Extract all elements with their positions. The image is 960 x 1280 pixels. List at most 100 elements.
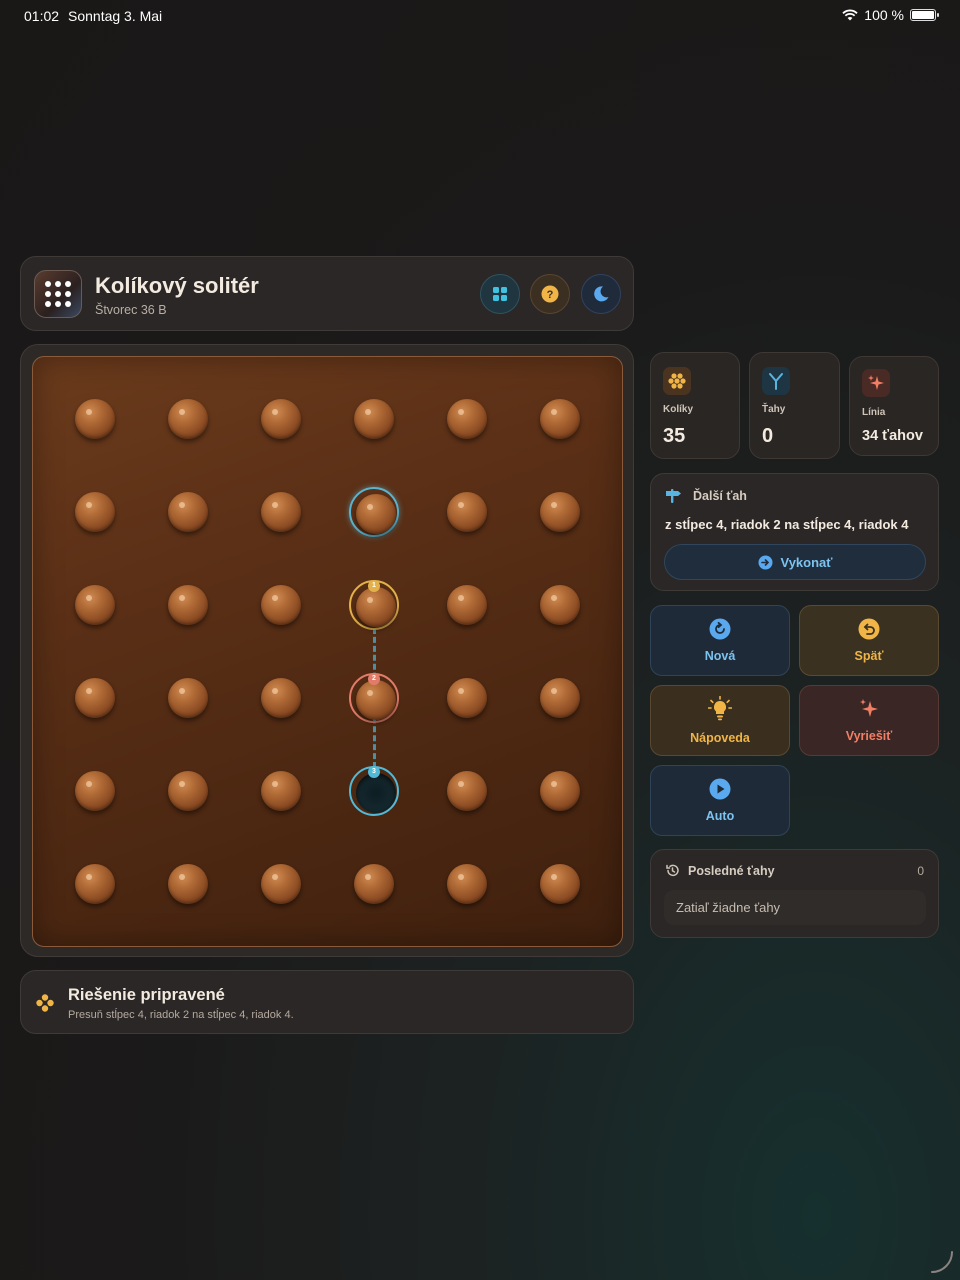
solve-label: Vyriešiť	[845, 729, 893, 743]
app-logo-icon	[34, 270, 82, 318]
board-cell[interactable]	[349, 859, 399, 909]
board-cell[interactable]	[442, 859, 492, 909]
svg-text:?: ?	[547, 289, 554, 301]
pegs-stat-card: Kolíky 35	[650, 352, 740, 459]
peg	[354, 864, 394, 904]
peg	[75, 771, 115, 811]
board-cell[interactable]	[535, 487, 585, 537]
peg	[261, 771, 301, 811]
move-step-badge: 3	[368, 766, 380, 778]
new-game-button[interactable]: Nová	[650, 605, 790, 676]
board-cell[interactable]	[163, 859, 213, 909]
signpost-icon	[666, 489, 681, 503]
board-cell[interactable]	[349, 487, 399, 537]
move-step-badge: 1	[368, 580, 380, 592]
peg	[261, 492, 301, 532]
board-cell[interactable]	[442, 580, 492, 630]
board-cell[interactable]	[535, 766, 585, 816]
board-select-button[interactable]	[480, 274, 520, 314]
status-description: Presuň stĺpec 4, riadok 2 na stĺpec 4, r…	[68, 1009, 294, 1021]
next-move-card: Ďalší ťah z stĺpec 4, riadok 2 na stĺpec…	[650, 473, 939, 591]
next-move-header: Ďalší ťah	[665, 488, 747, 504]
line-label: Línia	[862, 407, 886, 418]
lightbulb-icon	[708, 696, 732, 721]
board-cell[interactable]	[256, 580, 306, 630]
board-cell[interactable]	[256, 673, 306, 723]
peg	[168, 678, 208, 718]
sparkles-icon	[860, 699, 878, 717]
next-move-text: z stĺpec 4, riadok 2 na stĺpec 4, riadok…	[665, 517, 909, 532]
board-cell[interactable]	[70, 487, 120, 537]
peg	[75, 399, 115, 439]
peg	[168, 864, 208, 904]
peg	[540, 864, 580, 904]
peg	[447, 864, 487, 904]
next-move-heading: Ďalší ťah	[693, 489, 747, 503]
board-cell[interactable]	[535, 673, 585, 723]
theme-toggle-button[interactable]	[581, 274, 621, 314]
board-cell[interactable]	[70, 394, 120, 444]
move-step-badge: 2	[368, 673, 380, 685]
peg	[356, 587, 396, 627]
board-cell[interactable]	[442, 673, 492, 723]
board-cell[interactable]: 3	[349, 766, 399, 816]
peg	[261, 585, 301, 625]
undo-button[interactable]: Späť	[799, 605, 939, 676]
execute-move-button[interactable]: Vykonať	[664, 544, 926, 580]
peg	[354, 399, 394, 439]
auto-label: Auto	[705, 809, 735, 823]
board-cell[interactable]	[442, 487, 492, 537]
hint-label: Nápoveda	[690, 731, 750, 745]
undo-icon	[858, 618, 880, 640]
auto-play-button[interactable]: Auto	[650, 765, 790, 836]
board-cell[interactable]	[256, 859, 306, 909]
board-cell[interactable]	[163, 580, 213, 630]
recent-moves-empty: Zatiaľ žiadne ťahy	[664, 890, 926, 925]
hint-button[interactable]: Nápoveda	[650, 685, 790, 756]
peg	[447, 585, 487, 625]
history-icon	[666, 864, 679, 877]
peg	[168, 492, 208, 532]
peg	[75, 678, 115, 718]
solution-icon	[36, 994, 54, 1012]
grid-icon	[493, 287, 507, 301]
peg	[168, 771, 208, 811]
board-cell[interactable]	[349, 394, 399, 444]
board-cell[interactable]: 1	[349, 580, 399, 630]
board-cell[interactable]	[163, 766, 213, 816]
new-game-label: Nová	[704, 649, 736, 663]
solve-button[interactable]: Vyriešiť	[799, 685, 939, 756]
board-cell[interactable]	[70, 580, 120, 630]
pegs-value: 35	[663, 425, 686, 447]
board-cell[interactable]	[535, 394, 585, 444]
board-cell[interactable]	[163, 394, 213, 444]
board-cell[interactable]	[442, 394, 492, 444]
board-cell[interactable]	[256, 394, 306, 444]
wifi-icon	[842, 9, 858, 21]
board-cell[interactable]	[256, 487, 306, 537]
board-cell[interactable]	[163, 487, 213, 537]
app-header: Kolíkový solitér Štvorec 36 B ?	[20, 256, 634, 331]
board-cell[interactable]	[535, 859, 585, 909]
peg	[356, 494, 396, 534]
status-title: Riešenie pripravené	[68, 986, 225, 1004]
board-frame: 1 2 3	[20, 344, 634, 957]
execute-label: Vykonať	[780, 554, 833, 570]
recent-moves-count: 0	[917, 864, 924, 878]
battery-percent: 100 %	[864, 7, 904, 23]
peg	[447, 492, 487, 532]
peg	[356, 680, 396, 720]
board-cell[interactable]	[535, 580, 585, 630]
help-button[interactable]: ?	[530, 274, 570, 314]
board-cell[interactable]	[256, 766, 306, 816]
play-icon	[709, 778, 731, 800]
board-cell[interactable]	[70, 673, 120, 723]
board-cell[interactable]	[70, 859, 120, 909]
moves-icon	[762, 367, 790, 395]
board-cell[interactable]: 2	[349, 673, 399, 723]
sparkle-icon	[862, 369, 890, 397]
board-cell[interactable]	[70, 766, 120, 816]
peg	[168, 585, 208, 625]
board-cell[interactable]	[163, 673, 213, 723]
board-cell[interactable]	[442, 766, 492, 816]
